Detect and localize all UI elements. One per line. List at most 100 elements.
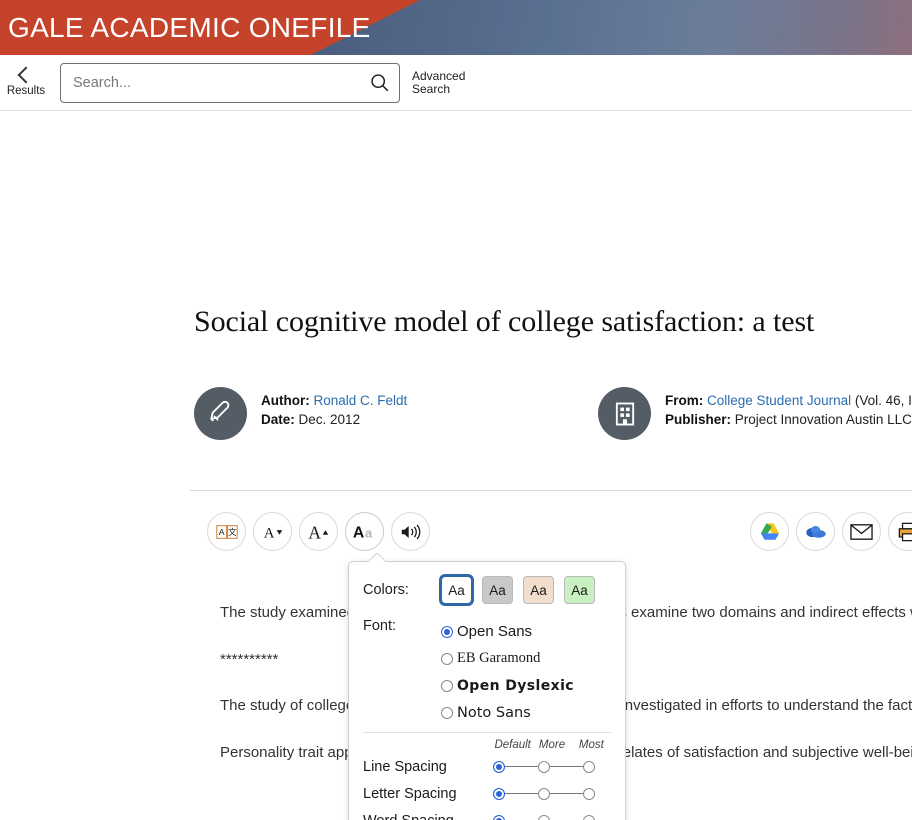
back-to-results-label: Results bbox=[6, 84, 46, 97]
svg-text:A: A bbox=[263, 525, 274, 541]
font-row: Font: Open Sans EB Garamond Open Dyslexi… bbox=[363, 618, 611, 726]
author-metadata-text: Author: Ronald C. Feldt Date: Dec. 2012 bbox=[261, 387, 407, 429]
search-submit-button[interactable] bbox=[359, 64, 399, 102]
font-option-label: Noto Sans bbox=[457, 704, 531, 721]
publication-metadata-text: From: College Student Journal (Vol. 46, … bbox=[665, 387, 912, 429]
publisher-value: Project Innovation Austin LLC bbox=[734, 411, 912, 427]
letter-spacing-track[interactable] bbox=[493, 787, 595, 800]
swatch-sample: Aa bbox=[489, 582, 506, 598]
email-button[interactable] bbox=[842, 512, 881, 551]
date-label: Date: bbox=[261, 411, 295, 427]
slider-segment bbox=[505, 793, 538, 794]
font-option-open-dyslexic[interactable]: Open Dyslexic bbox=[441, 672, 574, 699]
quill-pen-icon bbox=[209, 400, 229, 422]
advanced-search-link[interactable]: Advanced Search bbox=[412, 68, 466, 96]
onedrive-icon bbox=[805, 525, 826, 538]
publisher-label: Publisher: bbox=[665, 411, 732, 427]
author-metadata-block: Author: Ronald C. Feldt Date: Dec. 2012 bbox=[194, 387, 407, 440]
radio-open-sans[interactable] bbox=[441, 625, 453, 638]
publication-title-link[interactable]: College Student Journal bbox=[707, 393, 851, 408]
masthead: GALE ACADEMIC ONEFILE bbox=[0, 0, 912, 55]
color-swatch-gray[interactable]: Aa bbox=[482, 576, 513, 604]
listen-button[interactable] bbox=[391, 512, 430, 551]
letter-spacing-knob-most[interactable] bbox=[583, 787, 595, 800]
letter-spacing-slider[interactable]: Letter Spacing bbox=[363, 780, 611, 807]
site-logo-title: GALE ACADEMIC ONEFILE bbox=[8, 11, 371, 43]
font-option-group: Open Sans EB Garamond Open Dyslexic Noto… bbox=[441, 618, 574, 726]
advanced-search-line1: Advanced bbox=[412, 68, 466, 83]
onedrive-button[interactable] bbox=[796, 512, 835, 551]
decrease-font-size-button[interactable]: A bbox=[253, 512, 292, 551]
tick-more: More bbox=[538, 739, 566, 751]
section-divider bbox=[190, 490, 912, 491]
translate-button[interactable]: A 文 bbox=[207, 512, 246, 551]
line-spacing-knob-default[interactable] bbox=[493, 760, 505, 773]
svg-text:A: A bbox=[308, 522, 321, 542]
line-spacing-label: Line Spacing bbox=[363, 758, 447, 775]
svg-text:文: 文 bbox=[227, 526, 236, 537]
page-root: GALE ACADEMIC ONEFILE Results Advanced S… bbox=[0, 0, 912, 820]
publisher-line: Publisher: Project Innovation Austin LLC bbox=[665, 411, 912, 430]
line-spacing-track[interactable] bbox=[493, 760, 595, 773]
increase-font-icon: A bbox=[308, 522, 328, 542]
radio-noto-sans[interactable] bbox=[441, 706, 453, 719]
font-option-label: Open Sans bbox=[457, 623, 533, 640]
listen-icon bbox=[401, 524, 420, 539]
svg-text:A: A bbox=[218, 527, 224, 537]
back-to-results-button[interactable]: Results bbox=[2, 66, 50, 97]
print-button[interactable] bbox=[888, 512, 912, 551]
radio-open-dyslexic[interactable] bbox=[441, 679, 453, 692]
display-options-button[interactable]: A a bbox=[345, 512, 384, 551]
document-tools-left: A 文 A A A a bbox=[207, 512, 430, 551]
color-swatch-green[interactable]: Aa bbox=[564, 576, 595, 604]
font-option-open-sans[interactable]: Open Sans bbox=[441, 618, 574, 645]
google-drive-button[interactable] bbox=[750, 512, 789, 551]
font-option-noto-sans[interactable]: Noto Sans bbox=[441, 699, 574, 726]
slider-segment bbox=[550, 793, 583, 794]
radio-eb-garamond[interactable] bbox=[441, 652, 453, 665]
slider-segment bbox=[505, 766, 538, 767]
chevron-left-icon bbox=[17, 66, 35, 83]
print-icon bbox=[898, 522, 912, 541]
line-spacing-knob-more[interactable] bbox=[538, 760, 550, 773]
color-swatch-white[interactable]: Aa bbox=[439, 574, 474, 606]
word-spacing-knob-more[interactable] bbox=[538, 814, 550, 820]
word-spacing-track[interactable] bbox=[493, 814, 595, 820]
author-line: Author: Ronald C. Feldt bbox=[261, 392, 407, 411]
line-spacing-slider[interactable]: Line Spacing bbox=[363, 753, 611, 780]
letter-spacing-knob-more[interactable] bbox=[538, 787, 550, 800]
letter-spacing-label: Letter Spacing bbox=[363, 785, 457, 802]
author-avatar bbox=[194, 387, 247, 440]
slider-segment bbox=[550, 766, 583, 767]
letter-spacing-knob-default[interactable] bbox=[493, 787, 505, 800]
building-icon bbox=[615, 402, 634, 425]
colors-row: Colors: Aa Aa Aa Aa bbox=[363, 574, 611, 606]
font-option-eb-garamond[interactable]: EB Garamond bbox=[441, 645, 574, 672]
word-spacing-knob-most[interactable] bbox=[583, 814, 595, 820]
svg-text:a: a bbox=[365, 525, 373, 540]
search-icon bbox=[370, 74, 388, 92]
swatch-sample: Aa bbox=[530, 582, 547, 598]
advanced-search-line2: Search bbox=[412, 81, 451, 96]
date-value: Dec. 2012 bbox=[298, 411, 361, 427]
search-input[interactable] bbox=[61, 63, 359, 102]
font-label: Font: bbox=[363, 618, 397, 634]
word-spacing-knob-default[interactable] bbox=[493, 814, 505, 820]
display-options-icon: A a bbox=[352, 524, 373, 541]
publication-avatar bbox=[598, 387, 651, 440]
publication-volume: (Vol. 46, Is bbox=[854, 393, 912, 408]
tick-default: Default bbox=[494, 739, 531, 751]
line-spacing-knob-most[interactable] bbox=[583, 760, 595, 773]
word-spacing-label: Word Spacing bbox=[363, 813, 493, 820]
from-line: From: College Student Journal (Vol. 46, … bbox=[665, 392, 912, 411]
font-option-label: Open Dyslexic bbox=[457, 677, 574, 694]
author-label: Author: bbox=[261, 393, 310, 408]
search-field-wrapper bbox=[60, 62, 400, 103]
word-spacing-slider[interactable]: Word Spacing bbox=[363, 807, 611, 820]
email-icon bbox=[850, 523, 873, 540]
popup-caret bbox=[369, 553, 385, 562]
tick-most: Most bbox=[578, 739, 604, 751]
author-name-link[interactable]: Ronald C. Feldt bbox=[314, 393, 408, 408]
increase-font-size-button[interactable]: A bbox=[299, 512, 338, 551]
color-swatch-sepia[interactable]: Aa bbox=[523, 576, 554, 604]
